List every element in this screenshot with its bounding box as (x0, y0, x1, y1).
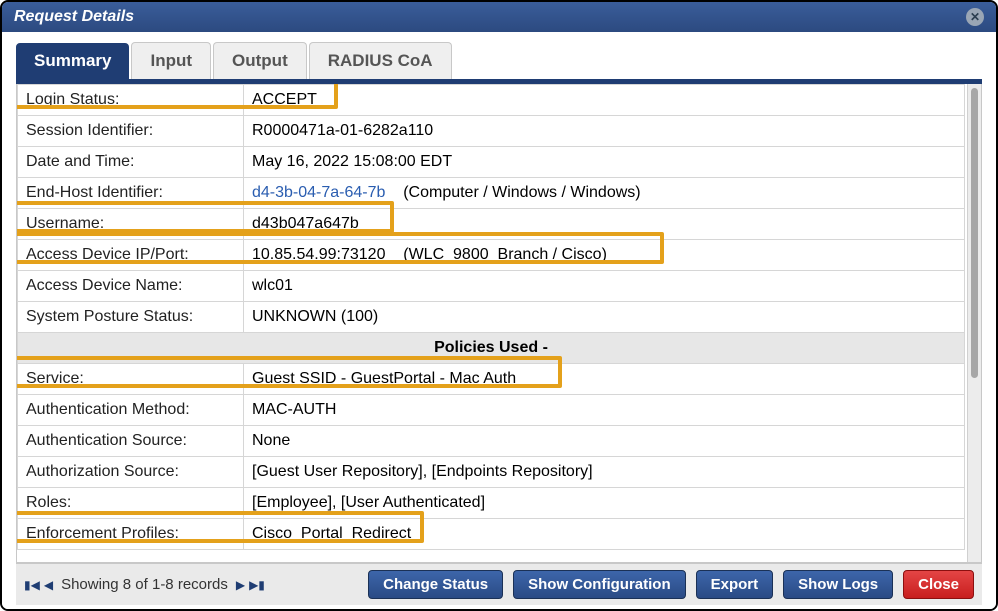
value-session-identifier: R0000471a-01-6282a110 (244, 116, 965, 147)
value-service: Guest SSID - GuestPortal - Mac Auth (244, 364, 965, 395)
tab-output[interactable]: Output (213, 42, 307, 79)
value-access-device-ip-port-text: 10.85.54.99:73120 (252, 246, 385, 263)
end-host-extra: (Computer / Windows / Windows) (403, 184, 640, 201)
export-button[interactable]: Export (696, 570, 774, 599)
scrollbar[interactable] (967, 84, 981, 562)
tab-summary[interactable]: Summary (16, 43, 129, 79)
titlebar: Request Details ✕ (2, 2, 996, 32)
value-enforcement-profiles: Cisco_Portal_Redirect (244, 519, 965, 550)
value-system-posture-status: UNKNOWN (100) (244, 302, 965, 333)
row-login-status: Login Status: ACCEPT (18, 85, 965, 116)
row-date-time: Date and Time: May 16, 2022 15:08:00 EDT (18, 147, 965, 178)
label-authentication-method: Authentication Method: (18, 395, 244, 426)
row-enforcement-profiles: Enforcement Profiles: Cisco_Portal_Redir… (18, 519, 965, 550)
label-username: Username: (18, 209, 244, 240)
value-authorization-source: [Guest User Repository], [Endpoints Repo… (244, 457, 965, 488)
details-content: Login Status: ACCEPT Session Identifier:… (17, 84, 967, 562)
value-enforcement-profiles-text: Cisco_Portal_Redirect (252, 525, 411, 542)
close-button[interactable]: Close (903, 570, 974, 599)
row-authentication-method: Authentication Method: MAC-AUTH (18, 395, 965, 426)
pager-text: Showing 8 of 1-8 records (61, 576, 228, 593)
label-access-device-name: Access Device Name: (18, 271, 244, 302)
footer: ▮◀ ◀ Showing 8 of 1-8 records ▶ ▶▮ Chang… (16, 563, 982, 605)
window-title: Request Details (14, 8, 134, 26)
label-authentication-source: Authentication Source: (18, 426, 244, 457)
value-date-time: May 16, 2022 15:08:00 EDT (244, 147, 965, 178)
pager: ▮◀ ◀ Showing 8 of 1-8 records ▶ ▶▮ (24, 576, 265, 593)
label-date-time: Date and Time: (18, 147, 244, 178)
row-service: Service: Guest SSID - GuestPortal - Mac … (18, 364, 965, 395)
pager-first-icon[interactable]: ▮◀ (24, 578, 40, 592)
label-login-status: Login Status: (18, 85, 244, 116)
pager-last-icon[interactable]: ▶▮ (249, 578, 265, 592)
tab-input[interactable]: Input (131, 42, 211, 79)
row-access-device-name: Access Device Name: wlc01 (18, 271, 965, 302)
show-logs-button[interactable]: Show Logs (783, 570, 893, 599)
label-roles: Roles: (18, 488, 244, 519)
tab-radius-coa[interactable]: RADIUS CoA (309, 42, 452, 79)
value-login-status-text: ACCEPT (252, 91, 317, 108)
row-roles: Roles: [Employee], [User Authenticated] (18, 488, 965, 519)
value-authentication-method: MAC-AUTH (244, 395, 965, 426)
value-username-text: d43b047a647b (252, 215, 359, 232)
value-roles: [Employee], [User Authenticated] (244, 488, 965, 519)
section-policies-header: Policies Used - (18, 333, 965, 364)
label-end-host-identifier: End-Host Identifier: (18, 178, 244, 209)
close-icon[interactable]: ✕ (966, 8, 984, 26)
value-access-device-ip-port-extra: (WLC_9800_Branch / Cisco) (403, 246, 607, 263)
label-authorization-source: Authorization Source: (18, 457, 244, 488)
value-end-host-identifier: d4-3b-04-7a-64-7b (Computer / Windows / … (244, 178, 965, 209)
row-username: Username: d43b047a647b (18, 209, 965, 240)
end-host-mac-link[interactable]: d4-3b-04-7a-64-7b (252, 184, 385, 201)
label-service: Service: (18, 364, 244, 395)
show-configuration-button[interactable]: Show Configuration (513, 570, 685, 599)
change-status-button[interactable]: Change Status (368, 570, 503, 599)
dialog-window: Request Details ✕ Summary Input Output R… (0, 0, 998, 611)
value-access-device-name: wlc01 (244, 271, 965, 302)
row-authorization-source: Authorization Source: [Guest User Reposi… (18, 457, 965, 488)
pager-next-icon[interactable]: ▶ (236, 578, 245, 592)
value-login-status: ACCEPT (244, 85, 965, 116)
row-end-host-identifier: End-Host Identifier: d4-3b-04-7a-64-7b (… (18, 178, 965, 209)
section-policies: Policies Used - (18, 333, 965, 364)
pager-prev-icon[interactable]: ◀ (44, 578, 53, 592)
value-service-text: Guest SSID - GuestPortal - Mac Auth (252, 370, 516, 387)
row-session-identifier: Session Identifier: R0000471a-01-6282a11… (18, 116, 965, 147)
row-authentication-source: Authentication Source: None (18, 426, 965, 457)
label-access-device-ip-port: Access Device IP/Port: (18, 240, 244, 271)
value-username: d43b047a647b (244, 209, 965, 240)
row-system-posture-status: System Posture Status: UNKNOWN (100) (18, 302, 965, 333)
details-table: Login Status: ACCEPT Session Identifier:… (17, 84, 965, 550)
row-access-device-ip-port: Access Device IP/Port: 10.85.54.99:73120… (18, 240, 965, 271)
label-session-identifier: Session Identifier: (18, 116, 244, 147)
label-system-posture-status: System Posture Status: (18, 302, 244, 333)
tab-bar: Summary Input Output RADIUS CoA (16, 42, 982, 84)
value-access-device-ip-port: 10.85.54.99:73120 (WLC_9800_Branch / Cis… (244, 240, 965, 271)
label-enforcement-profiles: Enforcement Profiles: (18, 519, 244, 550)
scrollbar-thumb[interactable] (971, 88, 978, 378)
value-authentication-source: None (244, 426, 965, 457)
